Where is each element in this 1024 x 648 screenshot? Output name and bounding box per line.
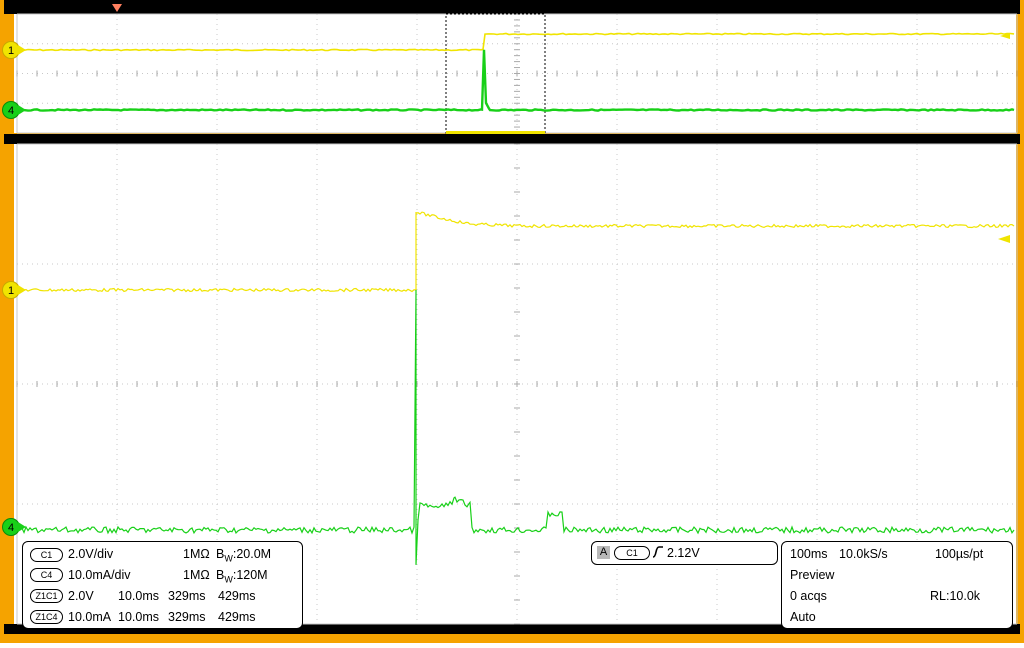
- zoom-ch1-badge[interactable]: Z1C1: [30, 589, 63, 603]
- ch1-impedance: 1MΩ: [183, 547, 210, 561]
- trigger-panel[interactable]: A C1 2.12V: [591, 541, 778, 565]
- ch1-scale: 2.0V/div: [68, 547, 114, 561]
- svg-text:4: 4: [8, 105, 14, 117]
- ch4-badge[interactable]: C4: [30, 568, 63, 582]
- rising-edge-icon: [652, 546, 663, 558]
- zoom-ch4-end: 429ms: [218, 610, 256, 624]
- svg-text:4: 4: [8, 522, 14, 534]
- zoom-ch4-badge[interactable]: Z1C4: [30, 610, 63, 624]
- record-length: RL:10.0k: [930, 589, 981, 603]
- svg-text:1: 1: [8, 45, 14, 57]
- zoom-ch1-scale: 2.0V: [68, 589, 94, 603]
- oscilloscope-screen: 1 4 1 4 C1 2.0V/div 1MΩ BW:20.0M C4 10.0…: [0, 0, 1024, 643]
- acquisition-count: 0 acqs: [790, 589, 827, 603]
- ch1-bandwidth: BW:20.0M: [216, 547, 272, 564]
- ch4-scale: 10.0mA/div: [68, 568, 131, 582]
- acquisition-mode: Preview: [790, 568, 835, 582]
- svg-text:1: 1: [8, 285, 14, 297]
- zoom-ch4-time: 10.0ms: [118, 610, 159, 624]
- separator-bar: [4, 134, 1020, 144]
- ch4-impedance: 1MΩ: [183, 568, 210, 582]
- channel-info-panel: C1 2.0V/div 1MΩ BW:20.0M C4 10.0mA/div 1…: [22, 541, 303, 629]
- zoom-ch1-start: 329ms: [168, 589, 206, 603]
- trigger-mode-badge: A: [597, 546, 610, 559]
- time-per-div[interactable]: 100ms: [790, 547, 828, 561]
- zoom-ch4-scale: 10.0mA: [68, 610, 112, 624]
- trigger-level: 2.12V: [667, 546, 700, 560]
- ch1-badge[interactable]: C1: [30, 548, 63, 562]
- zoom-ch1-end: 429ms: [218, 589, 256, 603]
- sample-rate: 10.0kS/s: [839, 547, 888, 561]
- timebase-panel: 100ms 10.0kS/s 100µs/pt Preview 0 acqs R…: [781, 541, 1013, 629]
- zoom-ch4-start: 329ms: [168, 610, 206, 624]
- trigger-mode: Auto: [790, 610, 816, 624]
- zoom-ch1-time: 10.0ms: [118, 589, 159, 603]
- ch4-bandwidth: BW:120M: [216, 568, 268, 585]
- top-bar: [4, 0, 1020, 14]
- trigger-source-badge[interactable]: C1: [614, 546, 650, 560]
- resolution: 100µs/pt: [935, 547, 984, 561]
- zoom-window-indicator: [446, 131, 545, 134]
